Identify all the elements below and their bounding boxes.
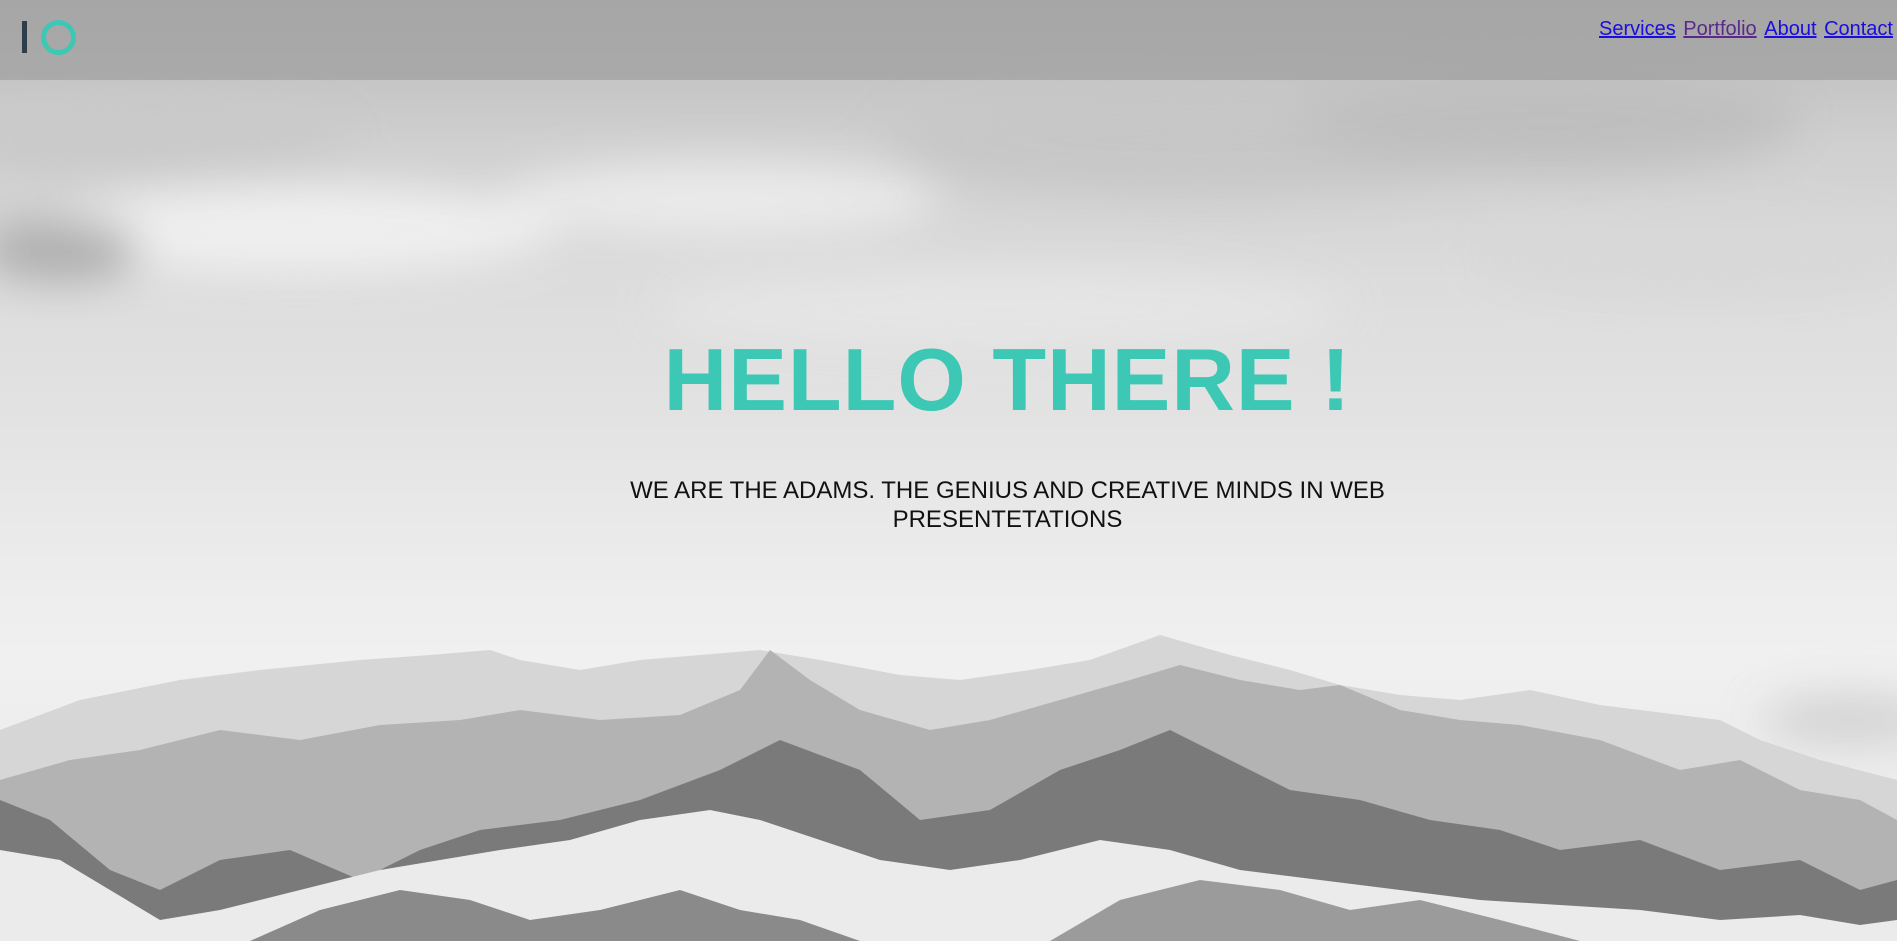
nav-link-about[interactable]: About: [1764, 18, 1816, 40]
nav-link-contact[interactable]: Contact: [1824, 18, 1893, 40]
main-nav: Services Portfolio About Contact: [1597, 18, 1893, 41]
logo-icon[interactable]: [22, 20, 78, 56]
hero-section: HELLO THERE ! WE ARE THE ADAMS. THE GENI…: [0, 330, 1897, 534]
mountains-image: [0, 635, 1897, 941]
page: Services Portfolio About Contact HELLO T…: [0, 0, 1897, 941]
site-header: Services Portfolio About Contact: [0, 0, 1897, 80]
nav-link-services[interactable]: Services: [1599, 18, 1676, 40]
hero-subtitle: WE ARE THE ADAMS. THE GENIUS AND CREATIV…: [630, 477, 1385, 533]
logo-bar-shape: [22, 21, 27, 53]
logo-ring-shape: [41, 20, 76, 55]
hero-title: HELLO THERE !: [663, 330, 1352, 429]
nav-link-portfolio[interactable]: Portfolio: [1683, 18, 1756, 40]
